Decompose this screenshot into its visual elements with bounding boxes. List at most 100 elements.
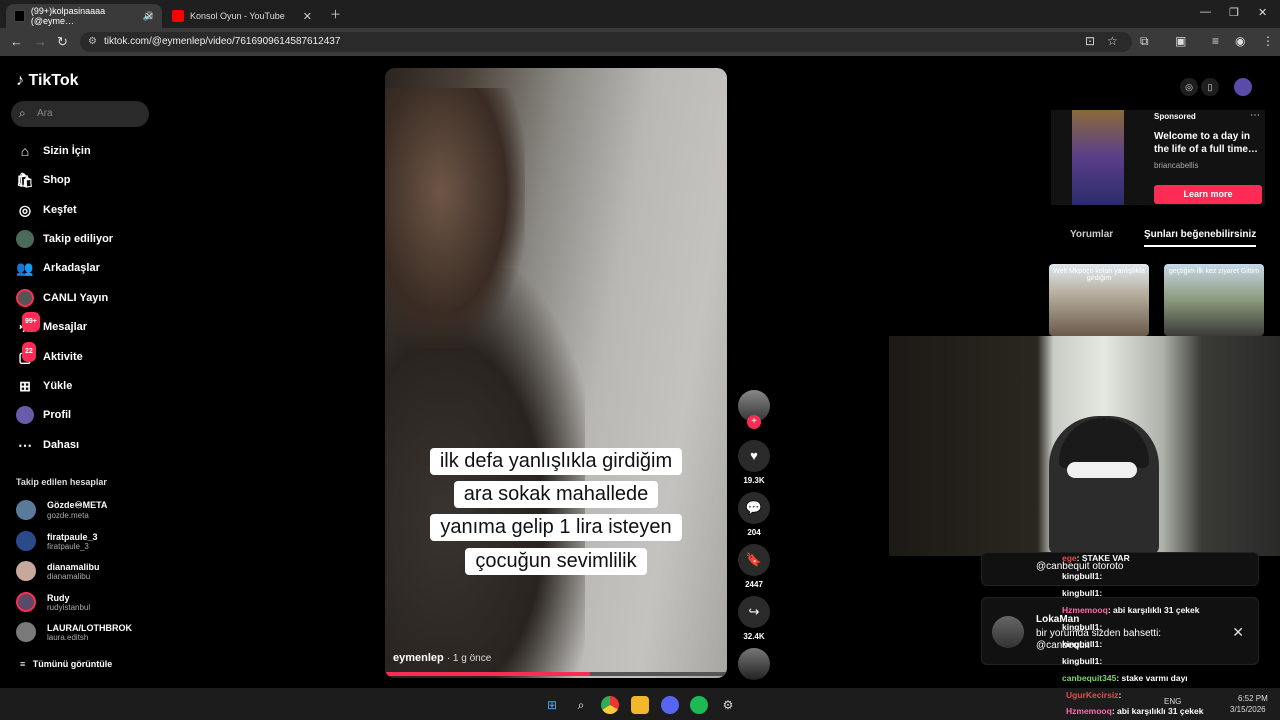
comment-button[interactable]: 💬 204 xyxy=(738,492,770,537)
chat-message: UgurKecirsiz: xyxy=(1066,690,1121,700)
media-icon[interactable]: ≡ xyxy=(1212,34,1219,48)
author-avatar-button[interactable]: + xyxy=(738,390,770,429)
search-icon[interactable]: ⌕ xyxy=(572,696,590,714)
menu-icon[interactable]: ⋮ xyxy=(1262,34,1274,48)
explore-icon[interactable]: ◎ xyxy=(1180,78,1198,96)
following-title: Takip edilen hesaplar xyxy=(16,477,107,487)
ad-more-icon[interactable]: ⋯ xyxy=(1250,110,1260,121)
follow-plus-icon[interactable]: + xyxy=(747,415,761,429)
close-window-icon[interactable]: ✕ xyxy=(1258,6,1267,19)
clock-date[interactable]: 3/15/2026 xyxy=(1230,705,1266,714)
following-account[interactable]: Rudy rudyistanbul xyxy=(16,592,90,612)
clock-time[interactable]: 6:52 PM xyxy=(1238,694,1268,703)
chat-text: : xyxy=(1099,588,1103,598)
search-icon: ⌕ xyxy=(19,106,26,120)
user-avatar-icon[interactable] xyxy=(1234,78,1252,96)
sidebar-item-upload[interactable]: ⊞ Yükle xyxy=(16,377,72,395)
profile-avatar-icon[interactable]: ◉ xyxy=(1235,34,1245,48)
share-count: 32.4K xyxy=(743,632,765,641)
video-progress-bar[interactable] xyxy=(385,672,727,676)
chat-text: : xyxy=(1099,639,1103,649)
sidebar-item-explore[interactable]: ◎ Keşfet xyxy=(16,201,77,219)
chat-message: kingbull1: xyxy=(1062,622,1102,632)
following-account[interactable]: Gözde♾META gozde.meta xyxy=(16,500,107,520)
save-count: 2447 xyxy=(745,580,763,589)
sound-avatar[interactable] xyxy=(738,648,770,680)
share-button[interactable]: ↪ 32.4K xyxy=(738,596,770,641)
chrome-icon[interactable] xyxy=(601,696,619,714)
install-icon[interactable]: ⊡ xyxy=(1085,34,1095,48)
bookmark-star-icon[interactable]: ☆ xyxy=(1107,34,1118,48)
app-icon[interactable]: ⚙ xyxy=(719,696,737,714)
restore-icon[interactable]: ❐ xyxy=(1229,6,1239,19)
music-disc-icon xyxy=(738,648,770,680)
sidebar-item-friends[interactable]: 👥 Arkadaşlar xyxy=(16,259,100,277)
following-account[interactable]: LAURA/LOTHBROK laura.editsh xyxy=(16,622,132,642)
tab-comments[interactable]: Yorumlar xyxy=(1070,229,1113,240)
site-info-icon[interactable]: ⚙ xyxy=(88,36,97,47)
sidebar-item-for-you[interactable]: ⌂ Sizin İçin xyxy=(16,142,91,160)
following-account[interactable]: firatpaule_3 firatpaule_3 xyxy=(16,531,98,551)
tab-you-may-like[interactable]: Şunları beğenebilirsiniz xyxy=(1144,229,1257,247)
tab-label: Konsol Oyun - YouTube xyxy=(190,11,285,21)
close-tab-icon[interactable]: ✕ xyxy=(145,10,154,23)
sidebar-item-shop[interactable]: 🛍 Shop xyxy=(16,171,70,189)
ad-thumbnail[interactable] xyxy=(1072,110,1124,205)
chat-name: kingbull1 xyxy=(1062,571,1100,581)
close-notification-icon[interactable]: ✕ xyxy=(1232,624,1244,641)
account-handle: firatpaule_3 xyxy=(47,541,89,551)
sidebar-item-label: Keşfet xyxy=(43,204,77,216)
sidepanel-icon[interactable]: ▣ xyxy=(1175,34,1186,48)
suggested-video-thumbnail[interactable]: Welt Mkpoço kolan yanlışlıkla girdiğim xyxy=(1049,264,1149,336)
tiktok-logo[interactable]: ♪ TikTok xyxy=(16,72,79,90)
sidebar-item-profile[interactable]: Profil xyxy=(16,406,71,424)
chat-message: Hzmemooq: abi karşılıklı 31 çekek xyxy=(1066,706,1204,716)
learn-more-button[interactable]: Learn more xyxy=(1154,185,1262,204)
forward-icon[interactable]: → xyxy=(34,34,47,49)
extensions-icon[interactable]: ⧉ xyxy=(1140,34,1149,49)
reload-icon[interactable]: ↻ xyxy=(57,34,68,50)
sidebar-item-label: Sizin İçin xyxy=(43,145,91,157)
new-tab-icon[interactable]: ＋ xyxy=(330,6,341,22)
like-button[interactable]: ♥ 19.3K xyxy=(738,440,770,485)
avatar-icon xyxy=(16,230,34,248)
search-input[interactable]: ⌕ Ara xyxy=(11,101,149,127)
chat-text: : xyxy=(1099,622,1103,632)
save-button[interactable]: 🔖 2447 xyxy=(738,544,770,589)
sidebar-item-live[interactable]: CANLI Yayın xyxy=(16,289,108,307)
sidebar-item-messages[interactable]: ✈99+Mesajlar xyxy=(16,312,88,336)
account-name: dianamalibu xyxy=(47,561,100,572)
device-icon[interactable]: ▯ xyxy=(1201,78,1219,96)
windows-start-icon[interactable]: ⊞ xyxy=(543,696,561,714)
thumb-text: Welt Mkpoço kolan yanlışlıkla girdiğim xyxy=(1053,268,1145,282)
sidebar-item-activity[interactable]: ▢22 Aktivite xyxy=(16,342,83,366)
back-icon[interactable]: ← xyxy=(10,34,23,49)
webcam-overlay xyxy=(889,336,1280,556)
video-author[interactable]: eymenlep · 1 g önce xyxy=(393,652,491,664)
minimize-icon[interactable]: — xyxy=(1200,6,1211,18)
heart-icon: ♥ xyxy=(738,440,770,472)
sidebar-item-label: Mesajlar xyxy=(43,321,88,333)
suggested-video-thumbnail[interactable]: geçtiğim ilk kez ziyaret Gittim xyxy=(1164,264,1264,336)
spotify-icon[interactable] xyxy=(690,696,708,714)
sidebar-item-more[interactable]: ⋯ Dahası xyxy=(16,436,79,454)
logo-text: TikTok xyxy=(28,72,79,89)
sidebar-item-following[interactable]: Takip ediliyor xyxy=(16,230,113,248)
see-all-link[interactable]: ≡ Tümünü görüntüle xyxy=(20,659,112,669)
caption-line: çocuğun sevimlilik xyxy=(385,548,727,575)
video-player[interactable]: ilk defa yanlışlıkla girdiğim ara sokak … xyxy=(385,68,727,678)
following-account[interactable]: dianamalibu dianamalibu xyxy=(16,561,100,581)
tab-tiktok[interactable]: (99+)kolpasinaaaa (@eyme… 🔊 ✕ xyxy=(6,4,162,28)
sponsored-label: Sponsored xyxy=(1154,112,1196,121)
file-explorer-icon[interactable] xyxy=(631,696,649,714)
chat-text: : xyxy=(1118,690,1122,700)
tab-youtube[interactable]: Konsol Oyun - YouTube ✕ xyxy=(164,4,320,28)
close-tab-icon[interactable]: ✕ xyxy=(303,10,312,23)
streamer-glasses xyxy=(1067,462,1137,478)
language-indicator[interactable]: ENG xyxy=(1164,697,1181,706)
discord-icon[interactable] xyxy=(661,696,679,714)
chat-message: kingbull1: xyxy=(1062,639,1102,649)
chat-name: Hzmemooq xyxy=(1062,605,1108,615)
chat-text: : xyxy=(1099,571,1103,581)
address-bar[interactable]: ⚙ tiktok.com/@eymenlep/video/76169096145… xyxy=(80,32,1132,52)
